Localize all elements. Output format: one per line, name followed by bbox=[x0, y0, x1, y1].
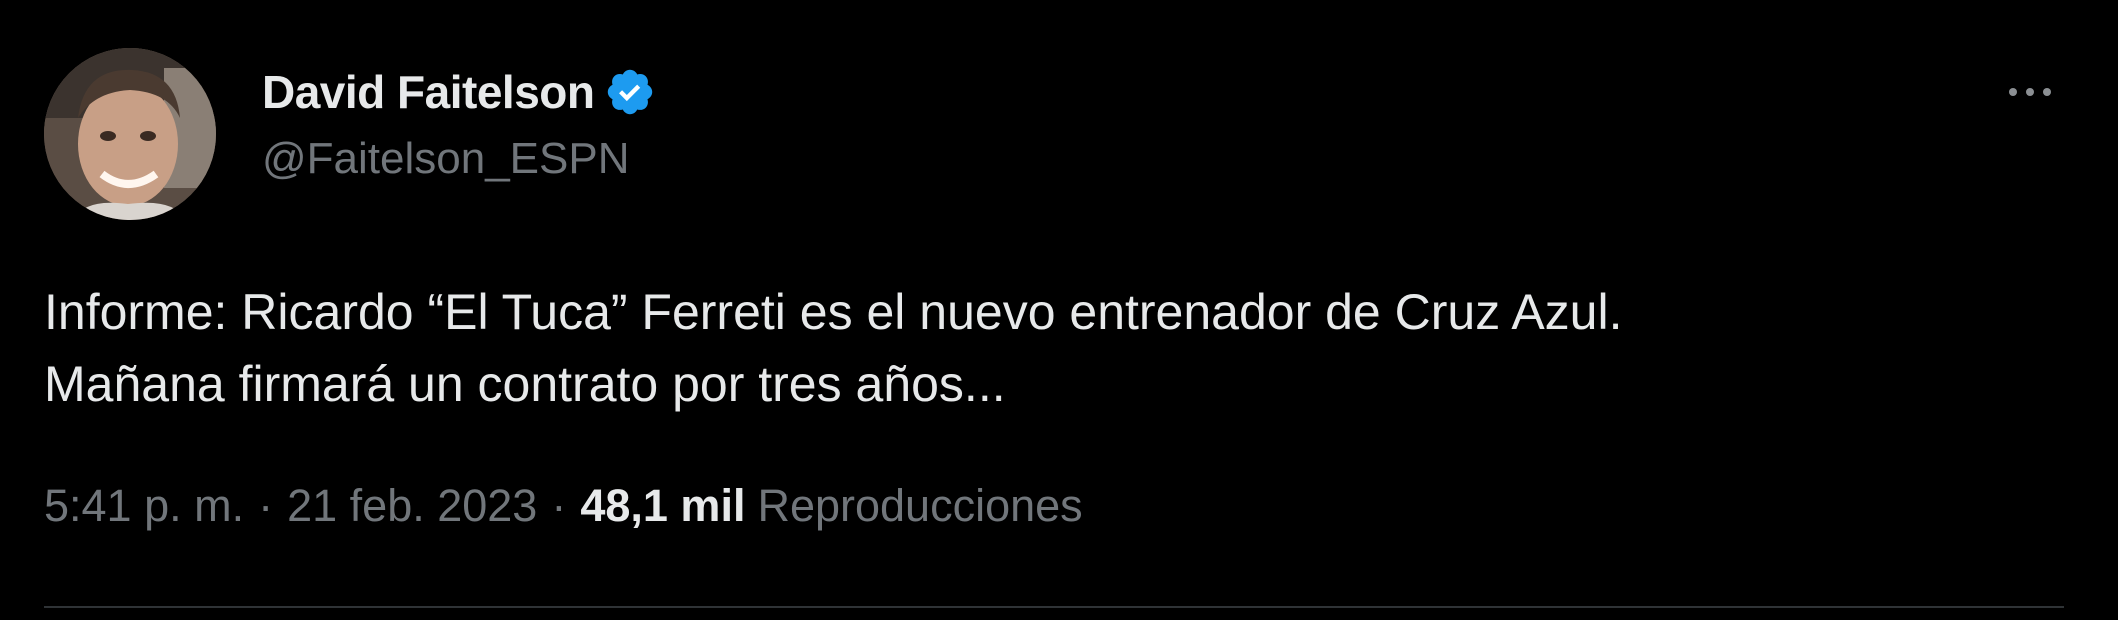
more-horizontal-icon bbox=[2043, 88, 2051, 96]
divider bbox=[44, 606, 2064, 608]
meta-separator: · bbox=[551, 480, 567, 531]
tweet-meta: 5:41 p. m. · 21 feb. 2023 · 48,1 mil Rep… bbox=[44, 480, 1083, 532]
views-count[interactable]: 48,1 mil bbox=[580, 480, 745, 532]
author-name[interactable]: David Faitelson bbox=[262, 65, 595, 119]
verified-badge-icon[interactable] bbox=[604, 66, 656, 118]
meta-separator: · bbox=[258, 480, 274, 531]
views-label: Reproducciones bbox=[757, 480, 1083, 531]
more-options-button[interactable] bbox=[1994, 70, 2066, 114]
tweet-text-line: Mañana firmará un contrato por tres años… bbox=[44, 356, 1006, 412]
avatar-image bbox=[44, 48, 216, 220]
more-horizontal-icon bbox=[2026, 88, 2034, 96]
tweet-time[interactable]: 5:41 p. m. bbox=[44, 480, 244, 532]
author-name-row[interactable]: David Faitelson bbox=[262, 62, 656, 122]
more-horizontal-icon bbox=[2009, 88, 2017, 96]
tweet-text: Informe: Ricardo “El Tuca” Ferreti es el… bbox=[44, 276, 2074, 420]
tweet-date[interactable]: 21 feb. 2023 bbox=[287, 480, 537, 532]
avatar[interactable] bbox=[44, 48, 216, 220]
tweet-text-line: Informe: Ricardo “El Tuca” Ferreti es el… bbox=[44, 284, 1623, 340]
author-handle[interactable]: @Faitelson_ESPN bbox=[262, 134, 630, 184]
tweet-card: David Faitelson @Faitelson_ESPN Informe:… bbox=[0, 0, 2118, 620]
